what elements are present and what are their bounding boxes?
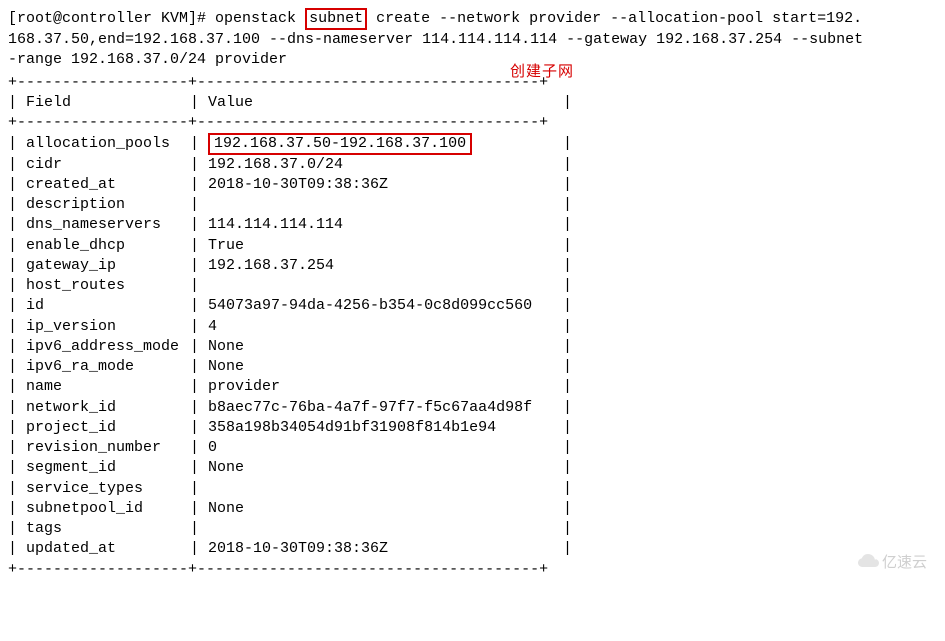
- field-cell: ipv6_ra_mode: [26, 357, 181, 377]
- value-cell: provider: [208, 377, 554, 397]
- value-cell: 2018-10-30T09:38:36Z: [208, 175, 554, 195]
- table-row: | ipv6_address_mode | None |: [8, 337, 937, 357]
- output-table: +-------------------+-------------------…: [8, 73, 937, 580]
- value-cell: 2018-10-30T09:38:36Z: [208, 539, 554, 559]
- table-row: | project_id | 358a198b34054d91bf31908f8…: [8, 418, 937, 438]
- value-cell: 192.168.37.254: [208, 256, 554, 276]
- field-cell: ip_version: [26, 317, 181, 337]
- table-row: | dns_nameservers | 114.114.114.114 |: [8, 215, 937, 235]
- field-cell: service_types: [26, 479, 181, 499]
- shell-prompt: [root@controller KVM]#: [8, 10, 215, 27]
- field-cell: tags: [26, 519, 181, 539]
- header-row: | Field | Value |: [8, 93, 937, 113]
- field-cell: created_at: [26, 175, 181, 195]
- highlight-subnet: subnet: [305, 8, 367, 30]
- cmd-subnet: subnet: [309, 10, 363, 27]
- field-cell: segment_id: [26, 458, 181, 478]
- table-row: | created_at | 2018-10-30T09:38:36Z |: [8, 175, 937, 195]
- table-row: | network_id | b8aec77c-76ba-4a7f-97f7-f…: [8, 398, 937, 418]
- command-line-1: [root@controller KVM]# openstack subnet …: [8, 8, 937, 30]
- cmd-text-1: openstack: [215, 10, 305, 27]
- separator-row: +-------------------+-------------------…: [8, 113, 937, 133]
- watermark-text: 亿速云: [882, 551, 927, 572]
- field-cell: dns_nameservers: [26, 215, 181, 235]
- value-cell: 4: [208, 317, 554, 337]
- table-row: | id | 54073a97-94da-4256-b354-0c8d099cc…: [8, 296, 937, 316]
- table-row: | name | provider |: [8, 377, 937, 397]
- field-cell: ipv6_address_mode: [26, 337, 181, 357]
- table-row: | segment_id | None |: [8, 458, 937, 478]
- field-cell: allocation_pools: [26, 134, 181, 154]
- table-row: | tags | |: [8, 519, 937, 539]
- separator-row: +-------------------+-------------------…: [8, 73, 937, 93]
- table-row: | description | |: [8, 195, 937, 215]
- table-row: | updated_at | 2018-10-30T09:38:36Z |: [8, 539, 937, 559]
- value-cell: None: [208, 357, 554, 377]
- table-row: | allocation_pools | 192.168.37.50-192.1…: [8, 133, 937, 154]
- field-cell: description: [26, 195, 181, 215]
- table-row: | cidr | 192.168.37.0/24 |: [8, 155, 937, 175]
- value-cell: 114.114.114.114: [208, 215, 554, 235]
- separator-row: +-------------------+-------------------…: [8, 560, 937, 580]
- value-cell: 358a198b34054d91bf31908f814b1e94: [208, 418, 554, 438]
- field-cell: subnetpool_id: [26, 499, 181, 519]
- field-cell: id: [26, 296, 181, 316]
- value-cell: 54073a97-94da-4256-b354-0c8d099cc560: [208, 296, 554, 316]
- value-cell: True: [208, 236, 554, 256]
- header-value: Value: [208, 93, 554, 113]
- table-row: | subnetpool_id | None |: [8, 499, 937, 519]
- field-cell: name: [26, 377, 181, 397]
- highlight-allocation-pools: 192.168.37.50-192.168.37.100: [208, 133, 472, 154]
- header-field: Field: [26, 93, 181, 113]
- table-row: | host_routes | |: [8, 276, 937, 296]
- table-row: | ipv6_ra_mode | None |: [8, 357, 937, 377]
- field-cell: host_routes: [26, 276, 181, 296]
- watermark: 亿速云: [858, 551, 927, 572]
- field-cell: gateway_ip: [26, 256, 181, 276]
- field-cell: cidr: [26, 155, 181, 175]
- value-cell: b8aec77c-76ba-4a7f-97f7-f5c67aa4d98f: [208, 398, 554, 418]
- table-row: | gateway_ip | 192.168.37.254 |: [8, 256, 937, 276]
- value-cell: None: [208, 499, 554, 519]
- cmd-text-2: create --network provider --allocation-p…: [367, 10, 862, 27]
- table-row: | enable_dhcp | True |: [8, 236, 937, 256]
- command-line-2: 168.37.50,end=192.168.37.100 --dns-names…: [8, 30, 937, 50]
- field-cell: revision_number: [26, 438, 181, 458]
- value-cell: None: [208, 337, 554, 357]
- value-cell: None: [208, 458, 554, 478]
- field-cell: updated_at: [26, 539, 181, 559]
- table-row: | ip_version | 4 |: [8, 317, 937, 337]
- cloud-icon: [858, 553, 880, 569]
- value-cell: 192.168.37.0/24: [208, 155, 554, 175]
- table-row: | revision_number | 0 |: [8, 438, 937, 458]
- field-cell: project_id: [26, 418, 181, 438]
- table-row: | service_types | |: [8, 479, 937, 499]
- value-cell: 0: [208, 438, 554, 458]
- value-cell: 192.168.37.50-192.168.37.100: [208, 133, 554, 154]
- field-cell: network_id: [26, 398, 181, 418]
- command-line-3: -range 192.168.37.0/24 provider: [8, 50, 937, 70]
- field-cell: enable_dhcp: [26, 236, 181, 256]
- annotation-label: 创建子网: [510, 60, 574, 81]
